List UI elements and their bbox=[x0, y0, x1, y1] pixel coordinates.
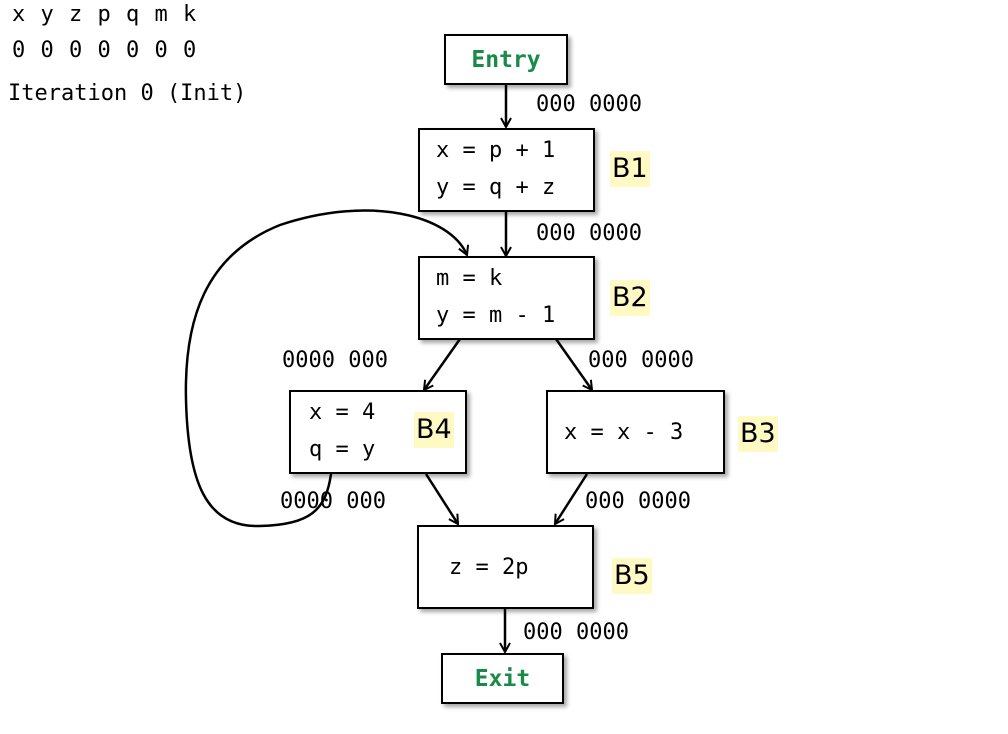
b5-label: B5 bbox=[612, 558, 652, 594]
exit-node: Exit bbox=[441, 653, 564, 704]
edge-label-b1-b2: 000 0000 bbox=[536, 221, 642, 246]
b5-stmt-1: z = 2p bbox=[449, 555, 529, 580]
entry-node: Entry bbox=[444, 34, 568, 85]
b2-label: B2 bbox=[610, 280, 650, 316]
block-b3: x = x - 3 bbox=[546, 390, 725, 474]
b4-stmt-2: q = y bbox=[309, 437, 376, 462]
block-b1: x = p + 1 y = q + z bbox=[418, 128, 595, 212]
b1-label: B1 bbox=[610, 151, 650, 187]
b1-stmt-1: x = p + 1 bbox=[436, 138, 556, 163]
edge-label-b4-out: 0000 000 bbox=[280, 489, 386, 514]
entry-label: Entry bbox=[471, 46, 541, 73]
edge-b4-b5 bbox=[424, 473, 458, 524]
edge-b2-b4 bbox=[424, 338, 462, 390]
exit-label: Exit bbox=[474, 665, 531, 692]
block-b4: x = 4 q = y B4 bbox=[289, 390, 467, 474]
edge-label-entry-b1: 000 0000 bbox=[536, 92, 642, 117]
edge-label-b2-b4: 0000 000 bbox=[282, 348, 388, 373]
b1-stmt-2: y = q + z bbox=[436, 175, 556, 200]
block-b5: z = 2p bbox=[417, 525, 594, 609]
b4-stmt-1: x = 4 bbox=[309, 400, 376, 425]
edge-b3-b5 bbox=[555, 473, 589, 524]
edge-label-b2-b3: 000 0000 bbox=[588, 348, 694, 373]
b2-stmt-2: y = m - 1 bbox=[436, 303, 556, 328]
b3-stmt-1: x = x - 3 bbox=[564, 420, 684, 445]
edge-label-b5-exit: 000 0000 bbox=[523, 620, 629, 645]
edge-label-b3-b5: 000 0000 bbox=[585, 489, 691, 514]
b4-label: B4 bbox=[414, 412, 454, 448]
b3-label: B3 bbox=[738, 416, 778, 452]
block-b2: m = k y = m - 1 bbox=[418, 256, 595, 340]
b2-stmt-1: m = k bbox=[436, 266, 503, 291]
edge-b2-b3 bbox=[554, 338, 592, 390]
edges-layer bbox=[184, 85, 1008, 734]
